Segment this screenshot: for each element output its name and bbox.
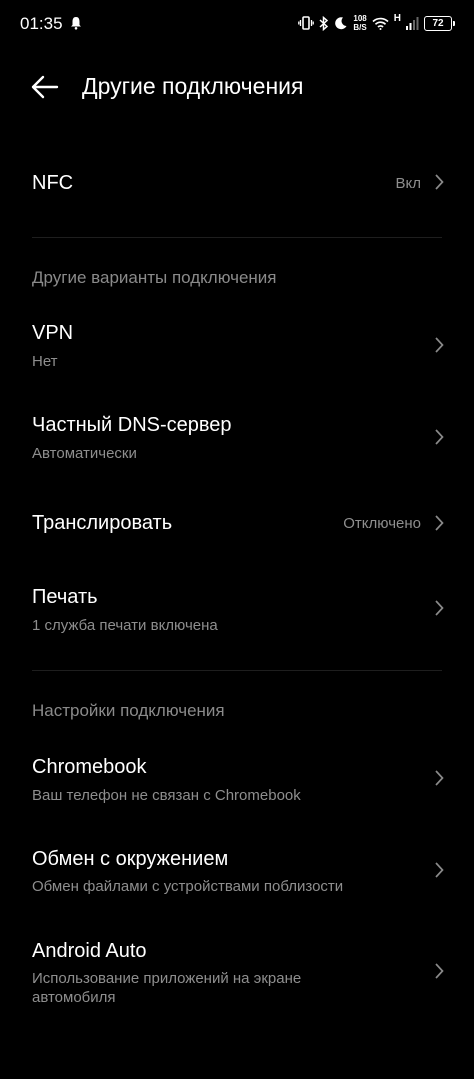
chevron-right-icon: [435, 515, 444, 531]
chromebook-subtitle: Ваш телефон не связан с Chromebook: [32, 787, 301, 804]
bell-icon: [71, 17, 81, 30]
list-item-chromebook[interactable]: Chromebook Ваш телефон не связан с Chrom…: [0, 744, 474, 814]
chevron-right-icon: [435, 600, 444, 616]
divider: [32, 237, 442, 238]
list-item-android-auto[interactable]: Android Auto Использование приложений на…: [0, 928, 474, 1018]
dns-title: Частный DNS-сервер: [32, 414, 232, 436]
print-title: Печать: [32, 586, 98, 608]
speed-value: 108: [353, 14, 367, 23]
print-subtitle: 1 служба печати включена: [32, 617, 218, 634]
list-item-private-dns[interactable]: Частный DNS-сервер Автоматически: [0, 402, 474, 472]
android-auto-title: Android Auto: [32, 940, 147, 962]
list-item-nearby-share[interactable]: Обмен с окружением Обмен файлами с устро…: [0, 836, 474, 906]
vibrate-icon: [298, 16, 315, 30]
section-header-other: Другие варианты подключения: [32, 268, 277, 287]
back-arrow-icon[interactable]: [28, 70, 62, 104]
status-bar: 01:35 108 B/S H 72: [0, 0, 474, 48]
chevron-right-icon: [435, 862, 444, 878]
nearby-title: Обмен с окружением: [32, 848, 229, 870]
divider: [32, 670, 442, 671]
app-header: Другие подключения: [0, 60, 474, 114]
chevron-right-icon: [435, 429, 444, 445]
dns-subtitle: Автоматически: [32, 445, 137, 462]
network-speed: 108 B/S: [353, 14, 366, 32]
chromebook-title: Chromebook: [32, 756, 147, 778]
list-item-cast[interactable]: Транслировать Отключено: [0, 492, 474, 554]
speed-unit: B/S: [353, 23, 367, 32]
list-item-nfc[interactable]: NFC Вкл: [0, 148, 474, 218]
vpn-subtitle: Нет: [32, 353, 58, 370]
section-header-settings: Настройки подключения: [32, 701, 225, 720]
android-auto-subtitle: Использование приложений на экране автом…: [32, 970, 302, 1006]
page-title: Другие подключения: [82, 73, 304, 99]
moon-icon: [335, 17, 347, 30]
cast-title: Транслировать: [32, 512, 173, 534]
wifi-icon: [372, 17, 389, 30]
chevron-right-icon: [435, 770, 444, 786]
chevron-right-icon: [435, 963, 444, 979]
nfc-value: Вкл: [395, 175, 422, 192]
chevron-right-icon: [435, 337, 444, 353]
list-item-vpn[interactable]: VPN Нет: [0, 310, 474, 380]
bluetooth-icon: [319, 15, 329, 31]
chevron-right-icon: [435, 174, 444, 190]
battery-icon: 72: [424, 15, 455, 31]
vpn-title: VPN: [32, 322, 74, 344]
status-time: 01:35: [20, 14, 63, 33]
cast-value: Отключено: [343, 515, 421, 532]
nfc-title: NFC: [32, 172, 74, 194]
list-item-print[interactable]: Печать 1 служба печати включена: [0, 574, 474, 644]
signal-icon: [406, 17, 419, 30]
network-type: H: [393, 12, 401, 24]
nearby-subtitle: Обмен файлами с устройствами поблизости: [32, 878, 344, 895]
status-icons: 108 B/S H 72: [298, 12, 455, 34]
